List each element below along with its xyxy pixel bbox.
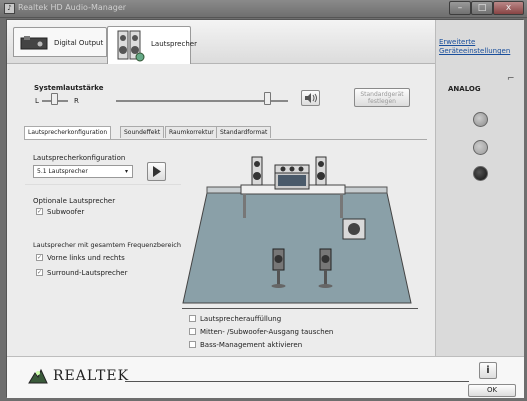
chevron-down-icon: ▾ [124, 168, 128, 175]
realtek-logo-icon [28, 368, 48, 384]
tab-divider [24, 139, 427, 140]
analog-label: ANALOG [448, 85, 481, 93]
tab-digital-output[interactable]: Digital Output [13, 27, 107, 57]
info-icon: i [486, 365, 490, 376]
front-left-right-checkbox[interactable]: ✓ [36, 254, 43, 261]
surround-speakers-checkbox[interactable]: ✓ [36, 269, 43, 276]
front-left-right-label: Vorne links und rechts [47, 254, 125, 262]
balance-slider-thumb[interactable] [51, 93, 58, 105]
subwoofer-label: Subwoofer [47, 208, 85, 216]
speaker-room-view [182, 156, 412, 304]
maximize-button[interactable]: □ [471, 1, 493, 15]
ok-button[interactable]: OK [468, 384, 516, 397]
volume-label: Systemlautstärke [34, 84, 104, 92]
speaker-config-select-value: 5.1 Lautsprecher [37, 168, 88, 175]
device-tab-bar: Digital Output Lautsprecher [7, 20, 435, 64]
speaker-config-select[interactable]: 5.1 Lautsprecher ▾ [33, 165, 133, 178]
divider [25, 184, 181, 185]
swap-center-sub-label: Mitten- /Subwoofer-Ausgang tauschen [200, 328, 334, 336]
advanced-device-settings-link[interactable]: Erweiterte Geräteeinstellungen [439, 38, 510, 56]
config-group-label: Lautsprecherkonfiguration [33, 154, 126, 162]
bass-management-label: Bass-Management aktivieren [200, 341, 303, 349]
window-title: Realtek HD Audio-Manager [18, 3, 127, 12]
tab-room-correction[interactable]: Raumkorrektur [165, 126, 218, 138]
title-bar: ♪ Realtek HD Audio-Manager – □ x [0, 0, 527, 18]
analog-jack-1[interactable] [473, 112, 488, 127]
tab-default-format[interactable]: Standardformat [216, 126, 272, 138]
balance-right-label: R [74, 97, 79, 105]
bass-management-checkbox[interactable] [189, 341, 196, 348]
main-area: Digital Output Lautsprecher Systemlautst… [7, 20, 435, 356]
info-button[interactable]: i [479, 362, 497, 379]
speaker-volume-icon [305, 93, 317, 103]
subwoofer-checkbox[interactable]: ✓ [36, 208, 43, 215]
play-icon [153, 166, 161, 177]
balance-left-label: L [35, 97, 39, 105]
tab-speaker-config[interactable]: Lautsprecherkonfiguration [24, 126, 112, 139]
tab-speaker-label: Lautsprecher [151, 40, 197, 48]
speaker-icon [117, 30, 145, 62]
digital-output-icon [20, 36, 48, 50]
realtek-brand: REALTEK [53, 368, 130, 384]
mute-button[interactable] [301, 90, 320, 106]
right-panel: Erweiterte Geräteeinstellungen ANALOG ⌐ [435, 20, 524, 356]
window-client: Digital Output Lautsprecher Systemlautst… [6, 19, 524, 398]
connector-icon: ⌐ [507, 74, 515, 84]
speaker-fill-checkbox[interactable] [189, 315, 196, 322]
tab-sound-effects[interactable]: Soundeffekt [120, 126, 165, 138]
analog-jack-3[interactable] [473, 166, 488, 181]
set-default-device-button[interactable]: Standardgerät festlegen [354, 88, 410, 107]
speaker-app-icon: ♪ [4, 3, 15, 14]
footer-rule [125, 381, 469, 382]
footer: REALTEK i OK [7, 356, 524, 398]
fullrange-speakers-label: Lautsprecher mit gesamtem Frequenzbereic… [33, 241, 181, 249]
optional-speakers-label: Optionale Lautsprecher [33, 197, 116, 205]
divider [182, 308, 418, 309]
test-play-button[interactable] [147, 162, 166, 181]
speaker-fill-label: Lautsprecherauffüllung [200, 315, 282, 323]
minimize-button[interactable]: – [449, 1, 471, 15]
volume-track [116, 100, 288, 102]
tab-digital-output-label: Digital Output [54, 39, 104, 47]
swap-center-sub-checkbox[interactable] [189, 328, 196, 335]
analog-jack-2[interactable] [473, 140, 488, 155]
volume-slider-thumb[interactable] [264, 92, 272, 105]
close-button[interactable]: x [493, 1, 524, 15]
tab-speaker[interactable]: Lautsprecher [107, 26, 197, 64]
sub-tab-bar: Lautsprecherkonfiguration Soundeffekt Ra… [24, 126, 284, 139]
surround-speakers-label: Surround-Lautsprecher [47, 269, 128, 277]
